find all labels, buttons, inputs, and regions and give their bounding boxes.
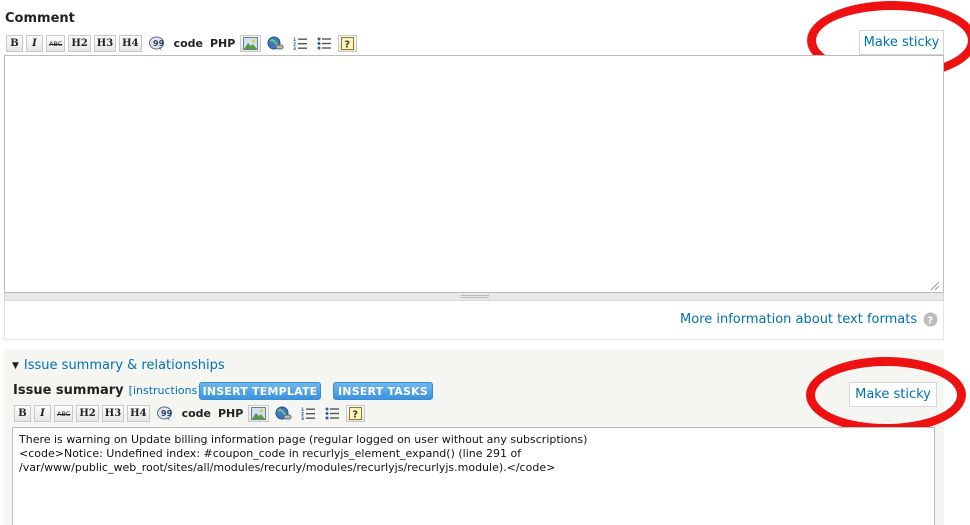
unordered-list-icon bbox=[317, 37, 332, 50]
svg-text:?: ? bbox=[345, 40, 351, 51]
unordered-list-icon bbox=[325, 407, 340, 420]
resize-grip-icon[interactable] bbox=[930, 281, 940, 291]
help-button[interactable]: ? bbox=[346, 405, 366, 422]
h4-button[interactable]: H4 bbox=[119, 35, 142, 52]
ordered-list-icon: 123 bbox=[293, 37, 308, 51]
grippie-handle bbox=[461, 295, 489, 298]
code-button[interactable]: code bbox=[172, 35, 205, 52]
php-button[interactable]: PHP bbox=[208, 35, 237, 52]
insert-tasks-button[interactable]: INSERT TASKS bbox=[333, 382, 433, 400]
issue-summary-label: Issue summary bbox=[13, 383, 124, 398]
more-info-link[interactable]: More information about text formats bbox=[680, 312, 917, 327]
h3-button[interactable]: H3 bbox=[101, 405, 125, 422]
collapse-triangle-icon: ▼ bbox=[12, 360, 19, 371]
insert-template-button[interactable]: INSERT TEMPLATE bbox=[199, 382, 321, 400]
svg-text:?: ? bbox=[353, 410, 359, 421]
help-question-icon: ? bbox=[349, 407, 363, 421]
issue-summary-textarea[interactable]: There is warning on Update billing infor… bbox=[12, 427, 935, 525]
h4-button[interactable]: H4 bbox=[127, 405, 150, 422]
textarea-grippie[interactable] bbox=[4, 293, 944, 301]
issue-section-title[interactable]: Issue summary & relationships bbox=[24, 358, 225, 373]
svg-text:3: 3 bbox=[301, 416, 304, 421]
strikethrough-button[interactable]: ABC bbox=[54, 405, 74, 422]
issue-toolbar: B I ABC H2 H3 H4 99 code PHP 123 ? bbox=[14, 405, 366, 422]
h3-button[interactable]: H3 bbox=[93, 35, 117, 52]
issue-body-line: /var/www/public_web_root/sites/all/modul… bbox=[19, 461, 556, 474]
help-icon[interactable]: ? bbox=[923, 312, 938, 327]
image-button[interactable] bbox=[240, 35, 262, 52]
comment-textarea[interactable] bbox=[4, 55, 944, 293]
php-button[interactable]: PHP bbox=[216, 405, 245, 422]
comment-toolbar: B I ABC H2 H3 H4 99 code PHP 123 ? bbox=[6, 35, 358, 52]
italic-button[interactable]: I bbox=[26, 35, 43, 52]
italic-button[interactable]: I bbox=[34, 405, 51, 422]
ordered-list-icon: 123 bbox=[301, 407, 316, 421]
issue-body-line: <code>Notice: Undefined index: #coupon_c… bbox=[19, 447, 522, 460]
unordered-list-button[interactable] bbox=[314, 35, 335, 52]
quote-icon: 99 bbox=[156, 406, 173, 421]
make-sticky-button-comment[interactable]: Make sticky bbox=[859, 30, 944, 55]
h2-button[interactable]: H2 bbox=[76, 405, 99, 422]
ordered-list-button[interactable]: 123 bbox=[298, 405, 319, 422]
link-button[interactable] bbox=[272, 405, 295, 422]
quote-button[interactable]: 99 bbox=[153, 405, 177, 422]
code-button[interactable]: code bbox=[180, 405, 213, 422]
h2-button[interactable]: H2 bbox=[68, 35, 91, 52]
issue-summary-header: Issue summary [instructions] bbox=[13, 383, 202, 398]
bold-button[interactable]: B bbox=[14, 405, 31, 422]
strikethrough-button[interactable]: ABC bbox=[46, 35, 66, 52]
comment-label: Comment bbox=[5, 11, 75, 26]
link-button[interactable] bbox=[264, 35, 287, 52]
quote-icon: 99 bbox=[148, 36, 165, 51]
image-button[interactable] bbox=[248, 405, 270, 422]
issue-body-line: There is warning on Update billing infor… bbox=[19, 433, 588, 446]
image-icon bbox=[243, 37, 259, 50]
bold-button[interactable]: B bbox=[6, 35, 23, 52]
svg-text:3: 3 bbox=[293, 46, 296, 51]
text-format-help: More information about text formats ? bbox=[680, 312, 938, 327]
globe-link-icon bbox=[267, 36, 284, 50]
image-icon bbox=[251, 407, 267, 420]
issue-section-toggle[interactable]: ▼ Issue summary & relationships bbox=[12, 358, 225, 373]
make-sticky-button-issue[interactable]: Make sticky bbox=[849, 382, 937, 407]
ordered-list-button[interactable]: 123 bbox=[290, 35, 311, 52]
svg-text:99: 99 bbox=[161, 409, 173, 418]
quote-button[interactable]: 99 bbox=[145, 35, 169, 52]
instructions-link[interactable]: [instructions] bbox=[129, 384, 202, 397]
svg-text:99: 99 bbox=[153, 39, 165, 48]
globe-link-icon bbox=[275, 406, 292, 420]
svg-text:?: ? bbox=[927, 316, 933, 327]
help-button[interactable]: ? bbox=[338, 35, 358, 52]
unordered-list-button[interactable] bbox=[322, 405, 343, 422]
help-question-icon: ? bbox=[341, 37, 355, 51]
